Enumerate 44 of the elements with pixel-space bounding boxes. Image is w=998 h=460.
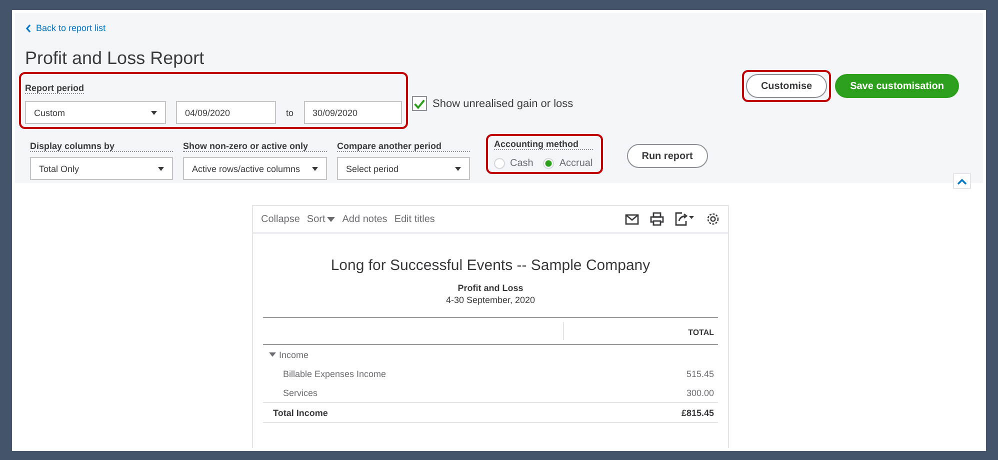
settings-icon[interactable] — [706, 212, 720, 226]
field-label: Report period — [25, 83, 84, 94]
to-label: to — [286, 108, 294, 118]
run-report-button[interactable]: Run report — [626, 144, 708, 168]
caret-down-icon — [269, 352, 276, 357]
print-icon[interactable] — [650, 212, 664, 226]
toolbar-link[interactable]: Add notes — [342, 214, 388, 224]
checkbox[interactable] — [412, 96, 427, 111]
dropdown[interactable]: Active rows/active columns — [183, 157, 327, 180]
company-name: Long for Successful Events -- Sample Company — [330, 257, 652, 274]
period-dropdown[interactable]: Custom — [25, 101, 166, 124]
field-label: Display columns by — [30, 141, 173, 152]
export-icon[interactable] — [675, 212, 695, 226]
back-link[interactable]: Back to report list — [25, 23, 959, 33]
email-icon[interactable] — [625, 214, 639, 224]
field-label: Compare another period — [337, 141, 470, 152]
radio-option[interactable]: Accrual — [543, 158, 593, 169]
field-label: Accounting method — [494, 139, 593, 150]
date-field[interactable]: 30/09/2020 — [304, 101, 402, 124]
amount-cell: 300.00 — [686, 388, 714, 398]
field-label: Show non-zero or active only — [183, 141, 327, 152]
page-title: Profit and Loss Report — [25, 48, 206, 69]
amount-cell: £815.45 — [681, 408, 714, 418]
amount-cell: 515.45 — [686, 368, 714, 378]
checkbox-label: Show unrealised gain or loss — [432, 98, 574, 110]
chevron-left-icon — [25, 24, 32, 32]
toolbar-link[interactable]: Collapse — [261, 214, 300, 224]
report-title: Profit and Loss — [456, 283, 524, 293]
dropdown[interactable]: Total Only — [30, 157, 173, 180]
row-label[interactable]: Income — [267, 350, 309, 360]
customise-button[interactable]: Customise — [746, 74, 828, 98]
toolbar-link[interactable]: Edit titles — [394, 214, 435, 224]
column-header: TOTAL — [687, 327, 715, 339]
toolbar-link[interactable]: Sort — [306, 214, 336, 224]
row-label: Services — [282, 388, 318, 398]
collapse-button[interactable] — [953, 173, 971, 189]
row-label: Billable Expenses Income — [282, 368, 386, 378]
save-button[interactable]: Save customisation — [835, 74, 959, 98]
date-field[interactable]: 04/09/2020 — [176, 101, 276, 124]
radio-option[interactable]: Cash — [494, 158, 534, 169]
report-period: 4-30 September, 2020 — [444, 295, 536, 305]
dropdown[interactable]: Select period — [337, 157, 470, 180]
row-label: Total Income — [272, 408, 328, 418]
chevron-up-icon — [957, 178, 967, 184]
